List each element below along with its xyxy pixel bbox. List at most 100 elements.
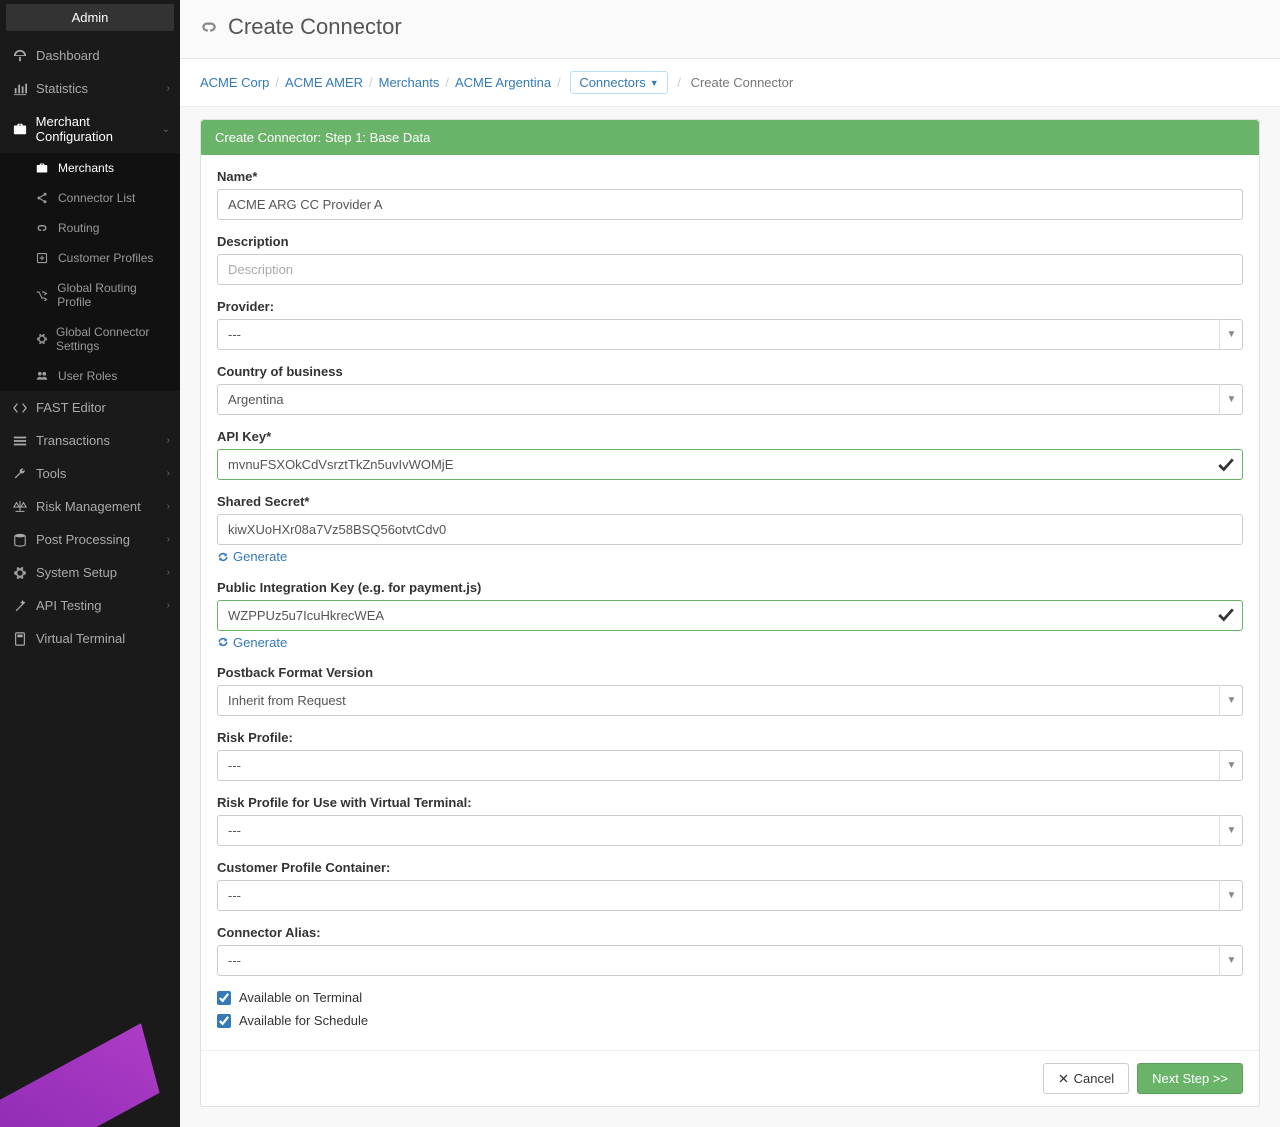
provider-select[interactable]: --- <box>217 319 1243 350</box>
nav-item-statistics[interactable]: Statistics › <box>0 72 180 105</box>
nav-item-api-testing[interactable]: API Testing› <box>0 589 180 622</box>
check-icon <box>1217 606 1235 624</box>
chart-icon <box>12 82 28 96</box>
nav-label: Statistics <box>36 81 88 96</box>
subnav-label: Routing <box>58 221 99 235</box>
square-plus-icon <box>36 252 50 264</box>
subnav-label: Customer Profiles <box>58 251 153 265</box>
apikey-input[interactable] <box>217 449 1243 480</box>
generate-sharedsecret-link[interactable]: Generate <box>217 549 287 564</box>
users-icon <box>36 370 50 382</box>
nav-label: Virtual Terminal <box>36 631 125 646</box>
breadcrumb-dropdown-connectors[interactable]: Connectors ▼ <box>570 71 667 94</box>
subnav-label: Global Routing Profile <box>57 281 168 309</box>
db-icon <box>12 533 28 547</box>
gear-icon <box>12 566 28 580</box>
nav-item-risk-management[interactable]: Risk Management › <box>0 490 180 523</box>
code-icon <box>12 401 28 415</box>
subnav-label: Global Connector Settings <box>56 325 168 353</box>
sharedsecret-label: Shared Secret* <box>217 494 1243 509</box>
page-header: Create Connector <box>180 0 1280 59</box>
nav-label: FAST Editor <box>36 400 106 415</box>
next-step-button[interactable]: Next Step >> <box>1137 1063 1243 1094</box>
dashboard-icon <box>12 49 28 63</box>
breadcrumb-link-acme-corp[interactable]: ACME Corp <box>200 75 269 90</box>
caret-down-icon: ▼ <box>650 78 659 88</box>
chevron-right-icon: › <box>167 435 170 446</box>
subnav-item-connector-list[interactable]: Connector List <box>0 183 180 213</box>
nav-item-merchant-configuration[interactable]: Merchant Configuration⌄ <box>0 105 180 153</box>
link-icon <box>200 18 218 36</box>
generate-label: Generate <box>233 549 287 564</box>
subnav-item-global-routing-profile[interactable]: Global Routing Profile <box>0 273 180 317</box>
share-icon <box>36 192 50 204</box>
pubkey-input[interactable] <box>217 600 1243 631</box>
breadcrumb-sep: / <box>445 75 449 90</box>
refresh-icon <box>217 551 229 563</box>
postback-select[interactable]: Inherit from Request <box>217 685 1243 716</box>
magic-icon <box>12 599 28 613</box>
cancel-button[interactable]: Cancel <box>1043 1063 1129 1094</box>
calc-icon <box>12 632 28 646</box>
subnav-item-global-connector-settings[interactable]: Global Connector Settings <box>0 317 180 361</box>
chevron-right-icon: › <box>167 501 170 512</box>
subnav-item-user-roles[interactable]: User Roles <box>0 361 180 391</box>
provider-label: Provider: <box>217 299 1243 314</box>
description-input[interactable] <box>217 254 1243 285</box>
pubkey-label: Public Integration Key (e.g. for payment… <box>217 580 1243 595</box>
wrench-icon <box>12 467 28 481</box>
generate-label: Generate <box>233 635 287 650</box>
description-label: Description <box>217 234 1243 249</box>
breadcrumb-sep: / <box>369 75 373 90</box>
nav-item-transactions[interactable]: Transactions › <box>0 424 180 457</box>
nav-label: Risk Management <box>36 499 141 514</box>
chevron-right-icon: › <box>167 83 170 94</box>
nav-item-system-setup[interactable]: System Setup› <box>0 556 180 589</box>
riskprofilevt-select[interactable]: --- <box>217 815 1243 846</box>
form-panel: Create Connector: Step 1: Base Data Name… <box>200 119 1260 1107</box>
page-title: Create Connector <box>200 14 1260 40</box>
custprofile-select[interactable]: --- <box>217 880 1243 911</box>
name-input[interactable] <box>217 189 1243 220</box>
sharedsecret-input[interactable] <box>217 514 1243 545</box>
next-label: Next Step >> <box>1152 1071 1228 1086</box>
subnav-label: Connector List <box>58 191 135 205</box>
gear-icon <box>36 333 48 345</box>
custprofile-label: Customer Profile Container: <box>217 860 1243 875</box>
nav-item-post-processing[interactable]: Post Processing › <box>0 523 180 556</box>
page-title-text: Create Connector <box>228 14 402 40</box>
generate-pubkey-link[interactable]: Generate <box>217 635 287 650</box>
close-icon <box>1058 1073 1069 1084</box>
briefcase-icon <box>36 162 50 174</box>
subnav-item-routing[interactable]: Routing <box>0 213 180 243</box>
chevron-right-icon: › <box>167 534 170 545</box>
sidebar-accent <box>0 1023 172 1127</box>
nav-label: Post Processing <box>36 532 130 547</box>
breadcrumb-link-merchants[interactable]: Merchants <box>379 75 440 90</box>
nav-item-virtual-terminal[interactable]: Virtual Terminal <box>0 622 180 655</box>
riskprofile-select[interactable]: --- <box>217 750 1243 781</box>
subnav-item-merchants[interactable]: Merchants <box>0 153 180 183</box>
sidebar-header[interactable]: Admin <box>6 4 174 31</box>
panel-header: Create Connector: Step 1: Base Data <box>201 120 1259 155</box>
link-icon <box>36 222 50 234</box>
breadcrumb-link-acme-argentina[interactable]: ACME Argentina <box>455 75 551 90</box>
subnav-label: User Roles <box>58 369 117 383</box>
available-terminal-checkbox[interactable] <box>217 991 231 1005</box>
breadcrumb-sep: / <box>557 75 561 90</box>
check-icon <box>1217 456 1235 474</box>
nav-label: Transactions <box>36 433 110 448</box>
nav-item-tools[interactable]: Tools› <box>0 457 180 490</box>
breadcrumb-link-acme-amer[interactable]: ACME AMER <box>285 75 363 90</box>
country-select[interactable]: Argentina <box>217 384 1243 415</box>
subnav-item-customer-profiles[interactable]: Customer Profiles <box>0 243 180 273</box>
available-schedule-checkbox[interactable] <box>217 1014 231 1028</box>
refresh-icon <box>217 636 229 648</box>
scale-icon <box>12 500 28 514</box>
nav-item-fast-editor[interactable]: FAST Editor <box>0 391 180 424</box>
nav-item-dashboard[interactable]: Dashboard <box>0 39 180 72</box>
alias-select[interactable]: --- <box>217 945 1243 976</box>
panel-footer: Cancel Next Step >> <box>201 1050 1259 1106</box>
panel-body: Name* Description Provider: --- ▼ Countr… <box>201 155 1259 1050</box>
nav: Dashboard Statistics › Merchant Configurati… <box>0 39 180 655</box>
